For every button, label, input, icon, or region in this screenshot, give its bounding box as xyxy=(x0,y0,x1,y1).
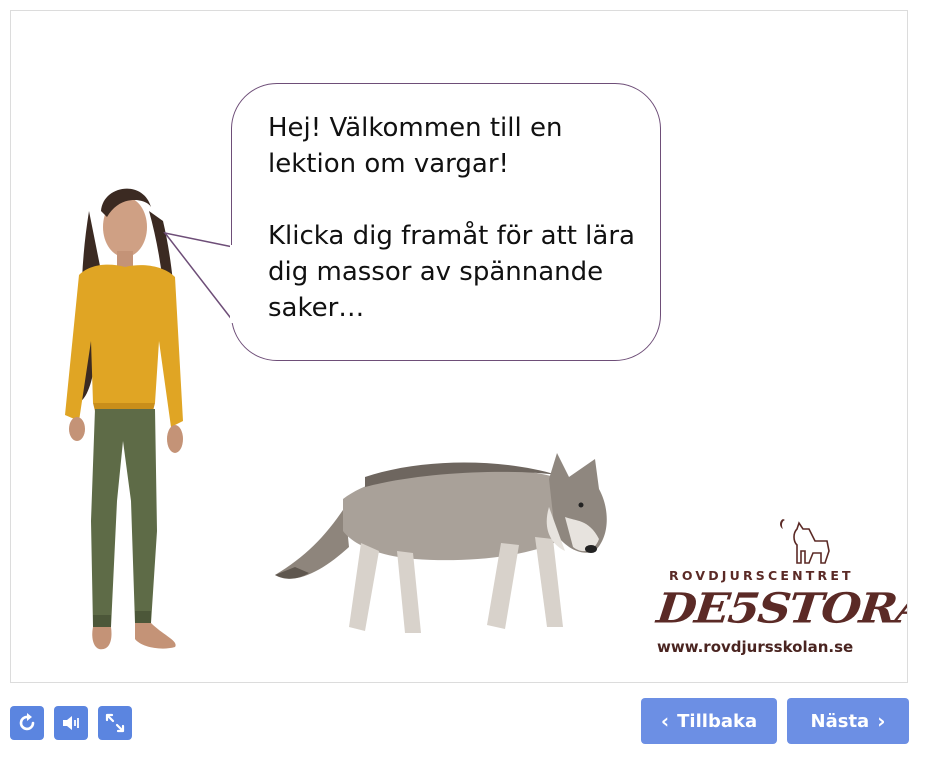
rovdjurscentret-logo: ROVDJURSCENTRET DE5STORA www.rovdjurssko… xyxy=(651,511,907,661)
speech-bubble-tail xyxy=(163,231,234,323)
fullscreen-icon xyxy=(105,713,125,733)
reset-button[interactable] xyxy=(10,706,44,740)
reset-icon xyxy=(19,713,35,731)
chevron-right-icon: › xyxy=(877,709,886,733)
logo-top-text: ROVDJURSCENTRET xyxy=(669,568,854,583)
audio-button[interactable] xyxy=(54,706,88,740)
speech-bubble: Hej! Välkommen till en lektion om vargar… xyxy=(231,83,661,361)
logo-brand-text: DE5STORA xyxy=(654,583,908,633)
lesson-stage: Hej! Välkommen till en lektion om vargar… xyxy=(10,10,908,683)
fullscreen-button[interactable] xyxy=(98,706,132,740)
chevron-left-icon: ‹ xyxy=(660,709,670,733)
back-button-label: Tillbaka xyxy=(677,710,758,732)
logo-url-text: www.rovdjursskolan.se xyxy=(657,638,854,656)
lynx-logo-icon xyxy=(780,519,830,564)
wolf-illustration xyxy=(275,453,607,633)
speech-text: Hej! Välkommen till en lektion om vargar… xyxy=(268,113,635,323)
audio-icon xyxy=(63,716,79,730)
back-button[interactable]: ‹ Tillbaka xyxy=(641,698,777,744)
next-button[interactable]: Nästa › xyxy=(787,698,909,744)
next-button-label: Nästa xyxy=(810,710,870,732)
